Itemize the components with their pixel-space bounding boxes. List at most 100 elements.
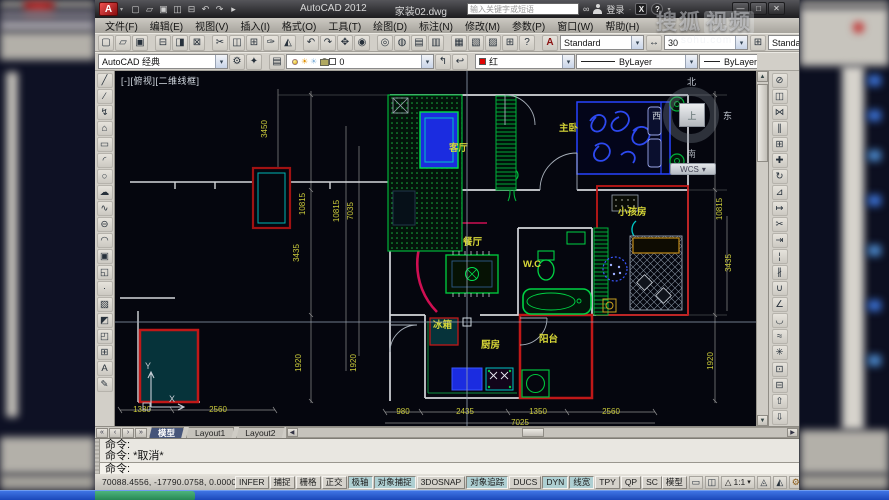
table-style-combo[interactable]: Standard <box>768 35 800 50</box>
menu-insert[interactable]: 插入(I) <box>234 18 275 33</box>
designcenter-icon[interactable]: ▥ <box>428 35 444 51</box>
toggle-ortho[interactable]: 正交 <box>322 476 347 489</box>
menu-file[interactable]: 文件(F) <box>99 18 144 33</box>
region-icon[interactable]: ◰ <box>97 329 113 344</box>
stretch-icon[interactable]: ↦ <box>772 201 788 216</box>
menu-dimension[interactable]: 标注(N) <box>413 18 459 33</box>
viewcube-east[interactable]: 东 <box>723 109 732 122</box>
quickcalc-icon[interactable]: ⊞ <box>502 35 518 51</box>
bring-above-objects-icon[interactable]: ⇧ <box>772 394 788 409</box>
toggle-3dosnap[interactable]: 3DOSNAP <box>417 476 466 489</box>
search-input[interactable] <box>467 3 579 15</box>
table-style-icon[interactable]: ⊞ <box>750 35 766 51</box>
spline-icon[interactable]: ∿ <box>97 201 113 216</box>
next-tab-icon[interactable]: › <box>122 428 134 438</box>
zoom-window-icon[interactable]: ◎ <box>377 35 393 51</box>
paste-icon[interactable]: ⊞ <box>246 35 262 51</box>
open-icon[interactable]: ▱ <box>143 3 156 16</box>
auto-annotate-icon[interactable]: ◭ <box>773 476 787 489</box>
linetype-combo[interactable]: ByLayer ▾ <box>576 54 698 69</box>
annotation-visibility-icon[interactable]: ◬ <box>757 476 771 489</box>
cut-icon[interactable]: ✂ <box>212 35 228 51</box>
drawing-canvas[interactable]: [-][俯视][二维线框] <box>115 71 756 426</box>
join-icon[interactable]: ∪ <box>772 281 788 296</box>
break-at-point-icon[interactable]: ¦ <box>772 249 788 264</box>
toggle-polar[interactable]: 极轴 <box>348 476 373 489</box>
viewcube-south[interactable]: 南 <box>687 147 696 160</box>
menu-format[interactable]: 格式(O) <box>276 18 322 33</box>
add-selected-icon[interactable]: ✎ <box>97 377 113 392</box>
make-object-layer-current-icon[interactable]: ↰ <box>435 54 451 70</box>
undo-icon[interactable]: ↶ <box>199 3 212 16</box>
properties-palette-icon[interactable]: ▤ <box>411 35 427 51</box>
offset-icon[interactable]: ∥ <box>772 121 788 136</box>
toggle-otrack[interactable]: 对象追踪 <box>466 476 508 489</box>
combo-arrow-icon[interactable]: ▾ <box>631 36 643 49</box>
sign-in-link[interactable]: 登录 <box>606 3 624 16</box>
gradient-icon[interactable]: ◩ <box>97 313 113 328</box>
layer-combo[interactable]: ☀ ☀ 0 ▾ <box>286 54 434 69</box>
combo-arrow-icon[interactable]: ▾ <box>685 55 697 68</box>
viewport-controls[interactable]: [-][俯视][二维线框] <box>121 74 200 87</box>
rotate-icon[interactable]: ↻ <box>772 169 788 184</box>
taskbar-start-segment[interactable] <box>95 491 195 500</box>
redo-icon[interactable]: ↷ <box>320 35 336 51</box>
toggle-snap[interactable]: 捕捉 <box>270 476 295 489</box>
horizontal-scrollbar[interactable]: ◀ ▶ <box>286 427 799 438</box>
match-properties-icon[interactable]: ✑ <box>263 35 279 51</box>
vertical-scrollbar[interactable]: ▲ ▼ <box>756 71 768 426</box>
plot-icon[interactable]: ⊟ <box>185 3 198 16</box>
toggle-lwt[interactable]: 线宽 <box>569 476 594 489</box>
tab-layout1[interactable]: Layout1 <box>186 427 234 439</box>
lineweight-combo[interactable]: ByLayer <box>699 54 757 69</box>
toggle-dyn[interactable]: DYN <box>542 476 568 489</box>
layer-on-icon[interactable] <box>292 59 298 65</box>
menu-help[interactable]: 帮助(H) <box>599 18 645 33</box>
polygon-icon[interactable]: ⌂ <box>97 121 113 136</box>
sheet-set-manager-icon[interactable]: ▧ <box>468 35 484 51</box>
save-icon[interactable]: ▣ <box>157 3 170 16</box>
new-icon[interactable]: ▢ <box>129 3 142 16</box>
workspace-switching-icon[interactable]: ⚙ <box>789 476 800 489</box>
layer-lock-icon[interactable] <box>320 58 327 66</box>
insert-block-icon[interactable]: ▣ <box>97 249 113 264</box>
dim-style-icon[interactable]: ↔ <box>646 35 662 51</box>
menu-view[interactable]: 视图(V) <box>189 18 234 33</box>
search-binoculars-icon[interactable]: ∞ <box>583 4 589 14</box>
prev-tab-icon[interactable]: ‹ <box>109 428 121 438</box>
send-to-back-icon[interactable]: ⊟ <box>772 378 788 393</box>
menu-modify[interactable]: 修改(M) <box>459 18 506 33</box>
first-tab-icon[interactable]: « <box>96 428 108 438</box>
scroll-down-icon[interactable]: ▼ <box>757 415 768 426</box>
construction-line-icon[interactable]: ∕ <box>97 89 113 104</box>
redo-icon[interactable]: ↷ <box>213 3 226 16</box>
extend-icon[interactable]: ⇥ <box>772 233 788 248</box>
hatch-icon[interactable]: ▨ <box>97 297 113 312</box>
combo-arrow-icon[interactable]: ▾ <box>735 36 747 49</box>
publish-icon[interactable]: ⊠ <box>189 35 205 51</box>
tab-model[interactable]: 模型 <box>149 427 184 439</box>
viewcube-west[interactable]: 西 <box>652 109 661 122</box>
array-icon[interactable]: ⊞ <box>772 137 788 152</box>
revision-cloud-icon[interactable]: ☁ <box>97 185 113 200</box>
explode-icon[interactable]: ✳ <box>772 345 788 360</box>
annotation-scale-control[interactable]: △ 1:1 ▾ <box>721 476 755 489</box>
toggle-qp[interactable]: QP <box>621 476 641 489</box>
plot-icon[interactable]: ⊟ <box>155 35 171 51</box>
quick-view-layouts-icon[interactable]: ▭ <box>689 476 703 489</box>
close-button[interactable]: ✕ <box>768 2 785 15</box>
toggle-infer[interactable]: INFER <box>235 476 269 489</box>
menu-parametric[interactable]: 参数(P) <box>506 18 551 33</box>
point-icon[interactable]: ∙ <box>97 281 113 296</box>
block-editor-icon[interactable]: ◭ <box>280 35 296 51</box>
table-icon[interactable]: ⊞ <box>97 345 113 360</box>
combo-arrow-icon[interactable]: ▾ <box>215 55 227 68</box>
multiline-text-icon[interactable]: A <box>97 361 113 376</box>
workspace-combo[interactable]: AutoCAD 经典 ▾ <box>98 54 228 69</box>
make-block-icon[interactable]: ◱ <box>97 265 113 280</box>
fillet-icon[interactable]: ◡ <box>772 313 788 328</box>
toggle-osnap[interactable]: 对象捕捉 <box>374 476 416 489</box>
scroll-up-icon[interactable]: ▲ <box>757 71 768 82</box>
vertical-scroll-thumb[interactable] <box>757 84 768 162</box>
break-icon[interactable]: ∦ <box>772 265 788 280</box>
